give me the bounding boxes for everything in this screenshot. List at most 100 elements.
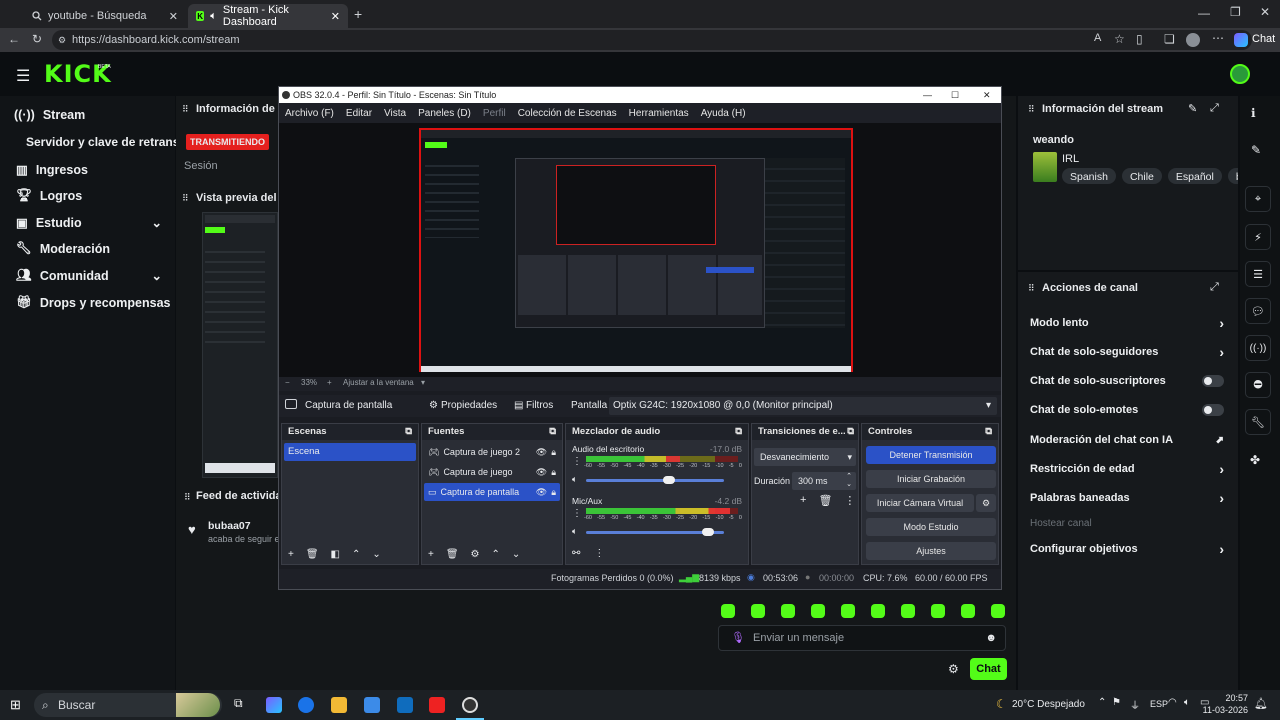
- volume-slider-knob[interactable]: [663, 476, 676, 484]
- new-tab-icon[interactable]: +: [354, 6, 362, 22]
- move-down-icon[interactable]: ⌄: [512, 549, 520, 560]
- settings-button[interactable]: Ajustes: [866, 542, 996, 560]
- chevron-down-icon[interactable]: ▾: [421, 378, 425, 387]
- sidebar-item-logros[interactable]: 🏆︎ Logros: [16, 188, 82, 203]
- tray-chevron-icon[interactable]: ⌃: [1098, 697, 1106, 708]
- palette-icon[interactable]: ✤: [1250, 453, 1260, 467]
- edit-icon[interactable]: ✎: [1188, 102, 1197, 115]
- properties-button[interactable]: Propiedades: [441, 400, 497, 411]
- action-configure-goals[interactable]: Configurar objetivos ›: [1030, 541, 1224, 557]
- eye-icon[interactable]: 👁︎: [536, 483, 547, 501]
- tray-usb-icon[interactable]: ⏚: [1130, 697, 1140, 712]
- sidebar-item-ingresos[interactable]: ▥ Ingresos: [16, 162, 88, 178]
- read-aloud-icon[interactable]: A: [1094, 32, 1101, 44]
- mail-app-icon[interactable]: [397, 697, 413, 713]
- refresh-icon[interactable]: ↻: [32, 32, 42, 46]
- drag-handle-icon[interactable]: ⠿: [1028, 283, 1035, 294]
- emote-icon[interactable]: [961, 604, 975, 618]
- speaker-icon[interactable]: 🔈︎: [572, 474, 577, 485]
- emote-icon[interactable]: [751, 604, 765, 618]
- action-emotes-only[interactable]: Chat de solo-emotes: [1030, 404, 1224, 416]
- screen-select[interactable]: Optix G24C: 1920x1080 @ 0,0 (Monitor pri…: [609, 397, 997, 415]
- info-icon[interactable]: ℹ︎: [1251, 106, 1256, 120]
- site-info-icon[interactable]: ⚙︎: [58, 30, 66, 50]
- tag[interactable]: byk: [1227, 168, 1238, 184]
- language-indicator[interactable]: ESP: [1150, 699, 1168, 709]
- more-icon[interactable]: ⋮: [572, 456, 582, 467]
- menu-archivo[interactable]: Archivo (F): [285, 108, 334, 119]
- maximize-icon[interactable]: ❐: [1230, 5, 1241, 19]
- emotes-only-toggle[interactable]: [1202, 404, 1224, 416]
- action-banned-words[interactable]: Palabras baneadas ›: [1030, 490, 1224, 506]
- taskbar-search[interactable]: ⌕ Buscar: [34, 693, 222, 717]
- more-icon[interactable]: ⋯: [1212, 31, 1224, 45]
- profile-avatar[interactable]: [1186, 33, 1200, 47]
- emote-icon[interactable]: [871, 604, 885, 618]
- virtual-camera-button[interactable]: Iniciar Cámara Virtual: [866, 494, 974, 512]
- collections-icon[interactable]: ❏: [1164, 32, 1175, 46]
- move-up-icon[interactable]: ⌃: [492, 549, 500, 560]
- tray-app-icon[interactable]: ⚑: [1112, 697, 1121, 708]
- trash-icon[interactable]: 🗑︎: [818, 494, 832, 507]
- subscribers-only-toggle[interactable]: [1202, 375, 1224, 387]
- dock-popout-icon[interactable]: ⧉: [405, 424, 412, 440]
- scene-item[interactable]: Escena: [284, 443, 416, 461]
- dock-popout-icon[interactable]: ⧉: [985, 424, 992, 440]
- wifi-icon[interactable]: ◠: [1168, 697, 1177, 708]
- trash-icon[interactable]: 🗑︎: [306, 549, 319, 560]
- windows-start-icon[interactable]: ⊞: [10, 697, 21, 713]
- chat-settings-icon[interactable]: ⚙︎: [948, 662, 959, 676]
- fit-window-label[interactable]: Ajustar a la ventana: [343, 378, 414, 387]
- studio-mode-button[interactable]: Modo Estudio: [866, 518, 996, 536]
- category-thumbnail[interactable]: [1033, 152, 1057, 182]
- preview-capture-frame[interactable]: [419, 128, 853, 372]
- zoom-in-icon[interactable]: +: [327, 378, 332, 387]
- add-icon[interactable]: +: [428, 549, 434, 560]
- stream-preview[interactable]: [202, 212, 278, 478]
- close-icon[interactable]: ✕: [331, 10, 340, 23]
- filter-icon[interactable]: ▤: [514, 400, 523, 411]
- menu-editar[interactable]: Editar: [346, 108, 372, 119]
- filters-button[interactable]: Filtros: [526, 400, 553, 411]
- action-age-restriction[interactable]: Restricción de edad ›: [1030, 461, 1224, 477]
- user-avatar[interactable]: [1230, 64, 1250, 84]
- speaker-icon[interactable]: 🔈︎: [572, 526, 577, 537]
- dock-popout-icon[interactable]: ⧉: [549, 424, 556, 440]
- spinner-icon[interactable]: ⌃ ⌄: [846, 473, 852, 489]
- send-chat-button[interactable]: Chat: [970, 658, 1007, 680]
- edge-app-icon[interactable]: [298, 697, 314, 713]
- menu-vista[interactable]: Vista: [384, 108, 406, 119]
- tag[interactable]: Español: [1167, 168, 1222, 184]
- rail-button[interactable]: 💬︎: [1245, 298, 1271, 324]
- sidebar-item-comunidad[interactable]: 👥︎ Comunidad ⌄: [16, 268, 162, 283]
- volume-slider-knob[interactable]: [701, 528, 714, 536]
- microphone-icon[interactable]: 🎙︎: [731, 626, 745, 650]
- tag[interactable]: Spanish: [1062, 168, 1116, 184]
- emote-icon[interactable]: [721, 604, 735, 618]
- drag-handle-icon[interactable]: ⠿: [182, 104, 189, 115]
- window-close-icon[interactable]: ✕: [1260, 5, 1270, 19]
- chat-link[interactable]: Chat: [1252, 33, 1275, 45]
- clock-time[interactable]: 20:57: [1208, 693, 1248, 703]
- copilot-app-icon[interactable]: [266, 697, 282, 713]
- emoji-icon[interactable]: ☻: [985, 626, 997, 650]
- menu-icon[interactable]: ☰: [16, 66, 30, 86]
- rail-button[interactable]: ⚡︎: [1245, 224, 1271, 250]
- action-subscribers-only[interactable]: Chat de solo-suscriptores: [1030, 375, 1224, 387]
- dock-popout-icon[interactable]: ⧉: [735, 424, 742, 440]
- drag-handle-icon[interactable]: ⠿: [182, 193, 189, 204]
- tab-kick-dashboard[interactable]: K 🔈︎ Stream - Kick Dashboard ✕: [188, 4, 348, 28]
- action-slow-mode[interactable]: Modo lento ›: [1030, 315, 1224, 331]
- edit-icon[interactable]: ✎: [1251, 143, 1261, 157]
- youtube-app-icon[interactable]: [429, 697, 445, 713]
- start-recording-button[interactable]: Iniciar Grabación: [866, 470, 996, 488]
- action-ai-moderation[interactable]: Moderación del chat con IA ⬈: [1030, 434, 1224, 446]
- drag-handle-icon[interactable]: ⠿: [1028, 104, 1035, 115]
- emote-icon[interactable]: [811, 604, 825, 618]
- gear-icon[interactable]: ⚙︎: [471, 549, 480, 560]
- feed-username[interactable]: bubaa07: [208, 520, 251, 532]
- menu-coleccion-escenas[interactable]: Colección de Escenas: [518, 108, 617, 119]
- volume-slider[interactable]: [586, 476, 724, 484]
- task-view-icon[interactable]: ⧉: [234, 696, 243, 711]
- sidebar-item-drops[interactable]: 🎁︎ Drops y recompensas: [16, 295, 170, 310]
